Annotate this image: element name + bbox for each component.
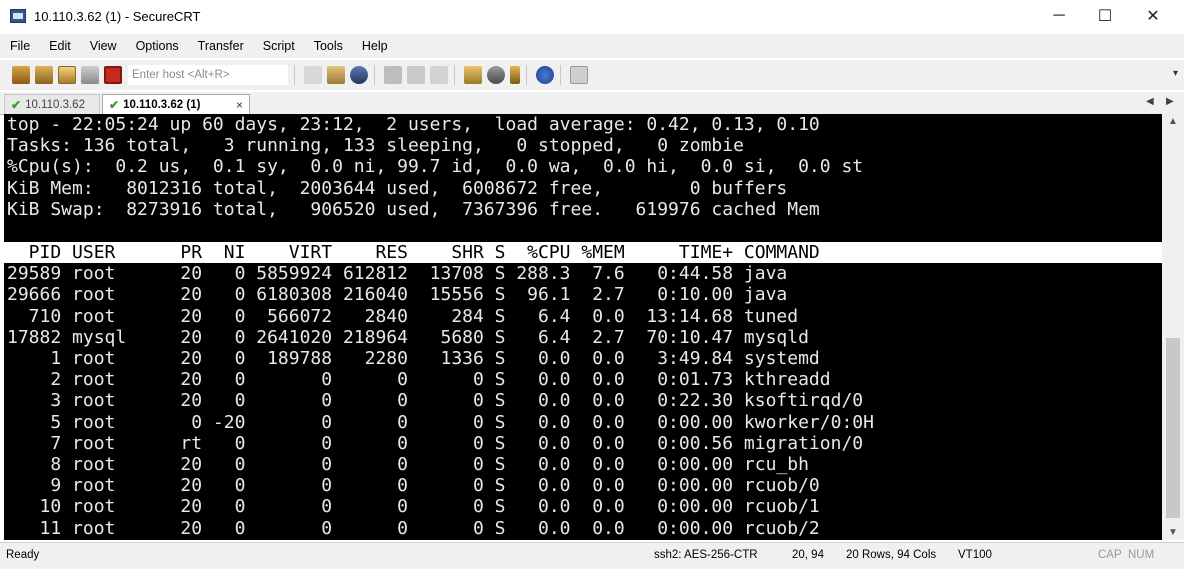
securecrt-app-icon — [10, 9, 26, 23]
find-icon[interactable] — [350, 66, 368, 84]
menu-view[interactable]: View — [90, 39, 126, 53]
map-icon[interactable] — [570, 66, 588, 84]
connect-in-tab-icon[interactable] — [58, 66, 76, 84]
key-icon[interactable] — [510, 66, 520, 84]
toolbar-separator — [374, 65, 375, 85]
tab-session-1[interactable]: ✔ 10.110.3.62 — [4, 94, 100, 114]
connected-check-icon: ✔ — [109, 98, 120, 112]
status-terminal-type: VT100 — [958, 549, 992, 561]
tab-session-2[interactable]: ✔ 10.110.3.62 (1) × — [102, 94, 250, 115]
top-swap-line: KiB Swap: 8273916 total, 906520 used, 73… — [7, 198, 820, 220]
process-row: 11 root 20 0 0 0 0 S 0.0 0.0 0:00.00 rcu… — [7, 517, 820, 539]
status-cursor-position: 20, 94 — [792, 549, 824, 561]
connected-check-icon: ✔ — [11, 97, 22, 112]
menu-script[interactable]: Script — [263, 39, 304, 53]
process-row: 710 root 20 0 566072 2840 284 S 6.4 0.0 … — [7, 305, 799, 327]
session-options-icon[interactable] — [464, 66, 482, 84]
status-cipher: ssh2: AES-256-CTR — [654, 549, 758, 561]
print-setup-icon[interactable] — [407, 66, 425, 84]
toolbar: Enter host <Alt+R> ▾ — [0, 60, 1184, 90]
maximize-button[interactable]: ☐ — [1082, 0, 1128, 32]
toolbar-separator — [526, 65, 527, 85]
toolbar-separator — [454, 65, 455, 85]
tab-scroll-right-icon[interactable]: ▶ — [1166, 96, 1174, 107]
process-row: 29589 root 20 0 5859924 612812 13708 S 2… — [7, 263, 788, 285]
process-row: 5 root 0 -20 0 0 0 S 0.0 0.0 0:00.00 kwo… — [7, 411, 874, 433]
enter-host-input[interactable]: Enter host <Alt+R> — [128, 65, 288, 85]
menu-options[interactable]: Options — [136, 39, 188, 53]
process-row: 29666 root 20 0 6180308 216040 15556 S 9… — [7, 284, 788, 306]
tab-scroll-left-icon[interactable]: ◀ — [1146, 96, 1154, 107]
toolbar-separator — [560, 65, 561, 85]
close-button[interactable]: ✕ — [1130, 0, 1176, 32]
status-num-lock: NUM — [1128, 549, 1155, 561]
scroll-down-icon[interactable]: ▼ — [1162, 527, 1184, 538]
paste-icon[interactable] — [327, 66, 345, 84]
menu-tools[interactable]: Tools — [314, 39, 352, 53]
help-icon[interactable] — [536, 66, 554, 84]
menu-help[interactable]: Help — [362, 39, 397, 53]
global-options-icon[interactable] — [487, 66, 505, 84]
menu-bar: File Edit View Options Transfer Script T… — [0, 34, 1184, 58]
print-icon[interactable] — [384, 66, 402, 84]
status-terminal-size: 20 Rows, 94 Cols — [846, 549, 937, 561]
process-row: 17882 mysql 20 0 2641020 218964 5680 S 6… — [7, 326, 809, 348]
quick-connect-icon[interactable] — [35, 66, 53, 84]
process-row: 8 root 20 0 0 0 0 S 0.0 0.0 0:00.00 rcu_… — [7, 454, 809, 475]
process-row: 3 root 20 0 0 0 0 S 0.0 0.0 0:22.30 ksof… — [7, 390, 864, 412]
status-bar: Ready ssh2: AES-256-CTR 20, 94 20 Rows, … — [0, 542, 1184, 569]
menu-file[interactable]: File — [10, 39, 39, 53]
toolbar-separator — [294, 65, 295, 85]
process-row: 9 root 20 0 0 0 0 S 0.0 0.0 0:00.00 rcuo… — [7, 475, 820, 497]
process-row: 7 root rt 0 0 0 0 S 0.0 0.0 0:00.56 migr… — [7, 432, 864, 454]
tab-label: 10.110.3.62 (1) — [123, 99, 201, 111]
toolbar-overflow-icon[interactable]: ▾ — [1173, 68, 1178, 79]
menu-edit[interactable]: Edit — [49, 39, 80, 53]
terminal-output[interactable]: top - 22:05:24 up 60 days, 23:12, 2 user… — [4, 114, 1162, 540]
reconnect-icon[interactable] — [81, 66, 99, 84]
top-tasks-line: Tasks: 136 total, 3 running, 133 sleepin… — [7, 135, 744, 157]
scrollbar-thumb[interactable] — [1166, 338, 1180, 518]
tab-close-icon[interactable]: × — [236, 98, 243, 112]
menu-transfer[interactable]: Transfer — [198, 39, 253, 53]
status-ready: Ready — [6, 549, 40, 561]
minimize-button[interactable]: ─ — [1036, 0, 1082, 32]
log-session-icon[interactable] — [430, 66, 448, 84]
disconnect-icon[interactable] — [104, 66, 122, 84]
terminal-scrollbar[interactable]: ▲ ▼ — [1162, 114, 1184, 540]
process-table-header: PID USER PR NI VIRT RES SHR S %CPU %MEM … — [4, 242, 1162, 264]
title-bar: 10.110.3.62 (1) - SecureCRT ─ ☐ ✕ — [0, 0, 1184, 32]
top-mem-line: KiB Mem: 8012316 total, 2003644 used, 60… — [7, 177, 788, 199]
connect-icon[interactable] — [12, 66, 30, 84]
process-row: 10 root 20 0 0 0 0 S 0.0 0.0 0:00.00 rcu… — [7, 496, 820, 518]
top-uptime-line: top - 22:05:24 up 60 days, 23:12, 2 user… — [7, 114, 820, 135]
scroll-up-icon[interactable]: ▲ — [1162, 116, 1184, 127]
tab-label: 10.110.3.62 — [25, 98, 85, 111]
status-caps-lock: CAP — [1098, 549, 1122, 561]
process-row: 2 root 20 0 0 0 0 S 0.0 0.0 0:01.73 kthr… — [7, 369, 831, 391]
session-tab-bar: ✔ 10.110.3.62 ✔ 10.110.3.62 (1) × ◀ ▶ — [0, 92, 1184, 115]
copy-icon[interactable] — [304, 66, 322, 84]
process-row: 1 root 20 0 189788 2280 1336 S 0.0 0.0 3… — [7, 348, 820, 369]
window-title: 10.110.3.62 (1) - SecureCRT — [34, 8, 201, 24]
top-cpu-line: %Cpu(s): 0.2 us, 0.1 sy, 0.0 ni, 99.7 id… — [7, 156, 864, 178]
